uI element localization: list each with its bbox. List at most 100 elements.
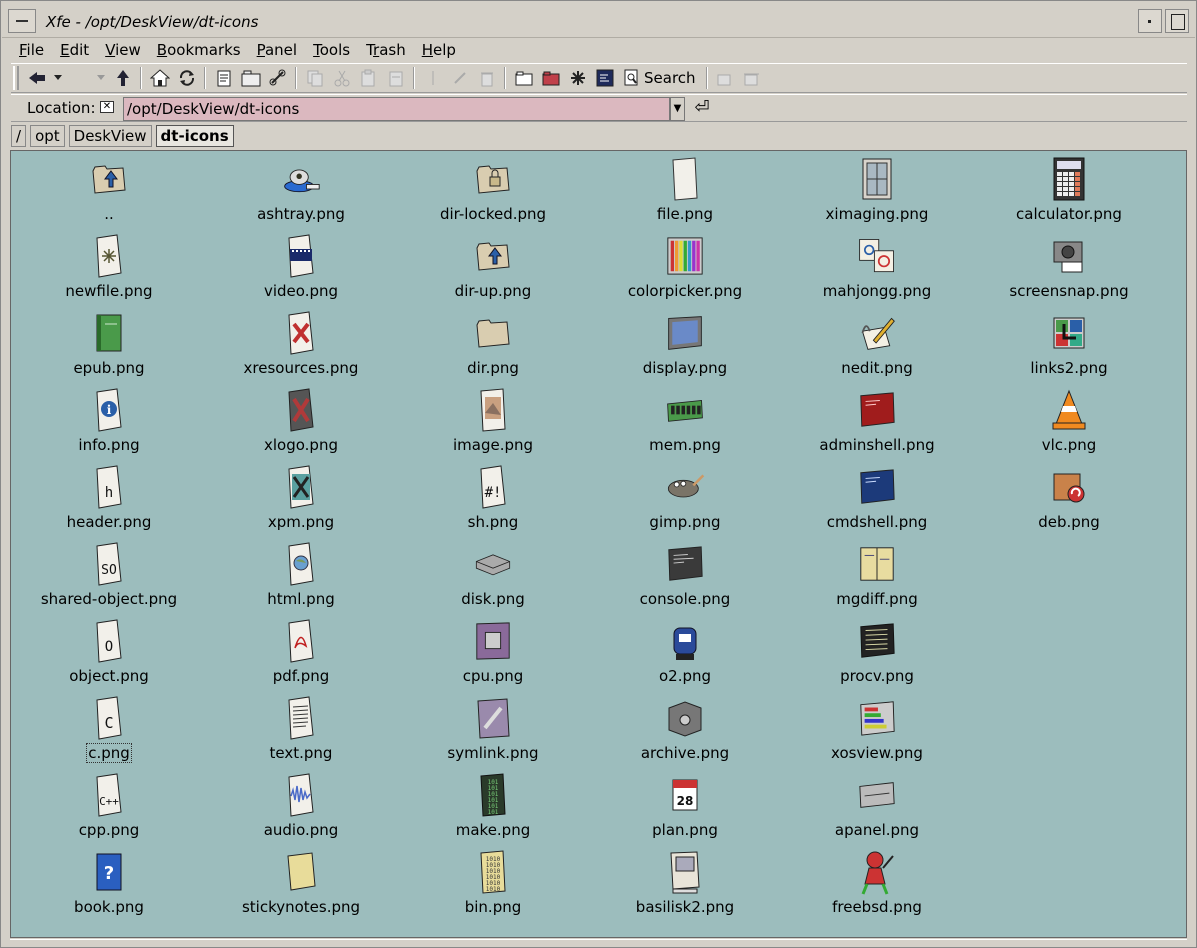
cut-button[interactable]	[328, 66, 355, 90]
empty-trash-button[interactable]	[712, 66, 739, 90]
file-item[interactable]: calculator.png	[973, 151, 1165, 228]
file-item[interactable]: Cc.png	[13, 690, 205, 767]
maximize-button[interactable]	[1165, 9, 1189, 33]
filter-button[interactable]	[564, 66, 591, 90]
file-item[interactable]: ashtray.png	[205, 151, 397, 228]
file-item[interactable]: dir-up.png	[397, 228, 589, 305]
file-item[interactable]: disk.png	[397, 536, 589, 613]
menu-edit[interactable]: Edit	[52, 38, 97, 62]
file-item[interactable]: display.png	[589, 305, 781, 382]
file-item[interactable]: mgdiff.png	[781, 536, 973, 613]
location-history-dropdown[interactable]: ▼	[670, 97, 685, 121]
file-item[interactable]: links2.png	[973, 305, 1165, 382]
file-item[interactable]: ? book.png	[13, 844, 205, 921]
file-item[interactable]: cpu.png	[397, 613, 589, 690]
file-item[interactable]: xlogo.png	[205, 382, 397, 459]
title-bar[interactable]: Xfe - /opt/DeskView/dt-icons	[2, 2, 1195, 38]
file-item[interactable]: ximaging.png	[781, 151, 973, 228]
file-item[interactable]: colorpicker.png	[589, 228, 781, 305]
file-item[interactable]: audio.png	[205, 767, 397, 844]
menu-help[interactable]: Help	[414, 38, 464, 62]
file-item[interactable]: dir.png	[397, 305, 589, 382]
file-item[interactable]: ..	[13, 151, 205, 228]
file-item[interactable]: 28 plan.png	[589, 767, 781, 844]
breadcrumb-item[interactable]: opt	[30, 125, 65, 147]
file-item[interactable]: h header.png	[13, 459, 205, 536]
file-item[interactable]: xosview.png	[781, 690, 973, 767]
file-item[interactable]: #! sh.png	[397, 459, 589, 536]
new-file-button[interactable]	[210, 66, 237, 90]
file-item[interactable]: xpm.png	[205, 459, 397, 536]
search-button[interactable]: Search	[618, 66, 702, 90]
menu-view[interactable]: View	[97, 38, 149, 62]
file-item[interactable]: xresources.png	[205, 305, 397, 382]
file-item[interactable]: console.png	[589, 536, 781, 613]
file-item[interactable]: pdf.png	[205, 613, 397, 690]
bookmarks-button[interactable]	[537, 66, 564, 90]
paste-button[interactable]	[355, 66, 382, 90]
file-item[interactable]: screensnap.png	[973, 228, 1165, 305]
menu-tools[interactable]: Tools	[305, 38, 358, 62]
file-item[interactable]: cmdshell.png	[781, 459, 973, 536]
rename-button[interactable]	[446, 66, 473, 90]
move-button[interactable]	[419, 66, 446, 90]
window-menu-button[interactable]	[8, 9, 36, 33]
file-item[interactable]: stickynotes.png	[205, 844, 397, 921]
file-item[interactable]: Oobject.png	[13, 613, 205, 690]
location-input[interactable]	[123, 97, 670, 121]
forward-button[interactable]	[66, 66, 93, 90]
go-location-icon[interactable]: ⏎	[691, 97, 713, 121]
file-item[interactable]: mem.png	[589, 382, 781, 459]
file-item[interactable]: newfile.png	[13, 228, 205, 305]
delete-button[interactable]	[473, 66, 500, 90]
properties-button[interactable]	[382, 66, 409, 90]
file-item[interactable]: video.png	[205, 228, 397, 305]
file-item[interactable]: html.png	[205, 536, 397, 613]
file-item[interactable]: symlink.png	[397, 690, 589, 767]
file-item[interactable]: archive.png	[589, 690, 781, 767]
breadcrumb-item[interactable]: dt-icons	[155, 125, 234, 147]
file-item[interactable]: nedit.png	[781, 305, 973, 382]
menu-file[interactable]: File	[11, 38, 52, 62]
breadcrumb-item[interactable]: DeskView	[68, 125, 152, 147]
terminal-button[interactable]	[591, 66, 618, 90]
refresh-button[interactable]	[173, 66, 200, 90]
copy-button[interactable]	[301, 66, 328, 90]
file-item[interactable]: gimp.png	[589, 459, 781, 536]
new-folder-button[interactable]	[237, 66, 264, 90]
toolbar-grip[interactable]	[13, 66, 19, 90]
file-item[interactable]: 1010 1010 1010 1010 1010 1010 bin.png	[397, 844, 589, 921]
file-item[interactable]: i info.png	[13, 382, 205, 459]
menu-trash[interactable]: Trash	[358, 38, 414, 62]
file-item[interactable]: text.png	[205, 690, 397, 767]
new-symlink-button[interactable]	[264, 66, 291, 90]
file-item[interactable]: freebsd.png	[781, 844, 973, 921]
file-item[interactable]: o2.png	[589, 613, 781, 690]
file-item[interactable]: image.png	[397, 382, 589, 459]
breadcrumb-item[interactable]: /	[11, 125, 27, 147]
back-button[interactable]	[23, 66, 50, 90]
file-item[interactable]: apanel.png	[781, 767, 973, 844]
file-item[interactable]: file.png	[589, 151, 781, 228]
file-item[interactable]: 101 101 101 101 101 101 make.png	[397, 767, 589, 844]
clear-location-button[interactable]: ✕	[100, 101, 114, 113]
menu-bookmarks[interactable]: Bookmarks	[149, 38, 249, 62]
file-item[interactable]: basilisk2.png	[589, 844, 781, 921]
file-item[interactable]: procv.png	[781, 613, 973, 690]
file-item[interactable]: SO shared-object.png	[13, 536, 205, 613]
file-item[interactable]: vlc.png	[973, 382, 1165, 459]
dir-tree-button[interactable]	[510, 66, 537, 90]
forward-history-button[interactable]	[93, 66, 109, 90]
parent-dir-button[interactable]	[109, 66, 136, 90]
file-item[interactable]: epub.png	[13, 305, 205, 382]
trash-bin-button[interactable]	[739, 66, 766, 90]
file-list-panel[interactable]: .. ashtray.png dir-locked.png file.png ximag…	[10, 150, 1187, 938]
minimize-button[interactable]	[1138, 9, 1162, 33]
back-history-button[interactable]	[50, 66, 66, 90]
file-item[interactable]: deb.png	[973, 459, 1165, 536]
file-item[interactable]: mahjongg.png	[781, 228, 973, 305]
menu-panel[interactable]: Panel	[249, 38, 305, 62]
home-button[interactable]	[146, 66, 173, 90]
file-item[interactable]: dir-locked.png	[397, 151, 589, 228]
file-item[interactable]: adminshell.png	[781, 382, 973, 459]
